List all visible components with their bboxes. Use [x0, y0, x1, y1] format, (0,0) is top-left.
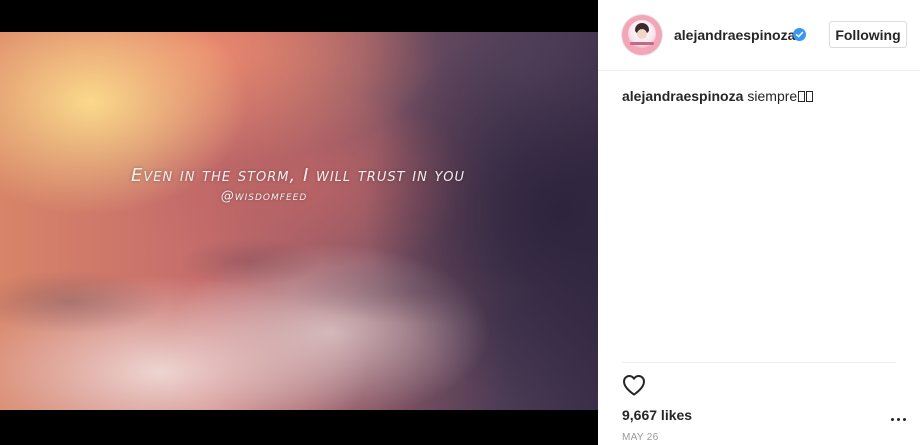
- post-caption: alejandraespinoza siempre: [622, 88, 814, 104]
- post-image[interactable]: Even in the storm, I will trust in you @…: [0, 32, 598, 410]
- emoji-placeholder-icon: [806, 91, 814, 102]
- post-header: alejandraespinoza Following: [598, 0, 920, 71]
- post-date[interactable]: MAY 26: [622, 432, 658, 443]
- avatar[interactable]: [622, 15, 662, 55]
- image-quote-handle: @wisdomfeed: [220, 189, 308, 204]
- cloud-texture: [0, 32, 598, 410]
- heart-outline-icon[interactable]: [622, 374, 646, 396]
- image-quote-overlay: Even in the storm, I will trust in you @…: [0, 165, 598, 204]
- caption-text: siempre: [747, 88, 798, 104]
- caption-username-link[interactable]: alejandraespinoza: [622, 88, 743, 104]
- likes-count[interactable]: 9,667 likes: [622, 407, 692, 423]
- verified-badge-icon: [793, 28, 806, 41]
- image-quote-text: Even in the storm, I will trust in you: [130, 165, 466, 186]
- emoji-placeholder-icon: [798, 91, 806, 102]
- header-username-link[interactable]: alejandraespinoza: [674, 27, 795, 43]
- actions-divider: [622, 362, 896, 363]
- post-sidebar: alejandraespinoza Following alejandraesp…: [598, 0, 920, 445]
- following-button[interactable]: Following: [829, 21, 907, 48]
- post-media: Even in the storm, I will trust in you @…: [0, 0, 598, 445]
- ellipsis-icon[interactable]: [888, 412, 908, 426]
